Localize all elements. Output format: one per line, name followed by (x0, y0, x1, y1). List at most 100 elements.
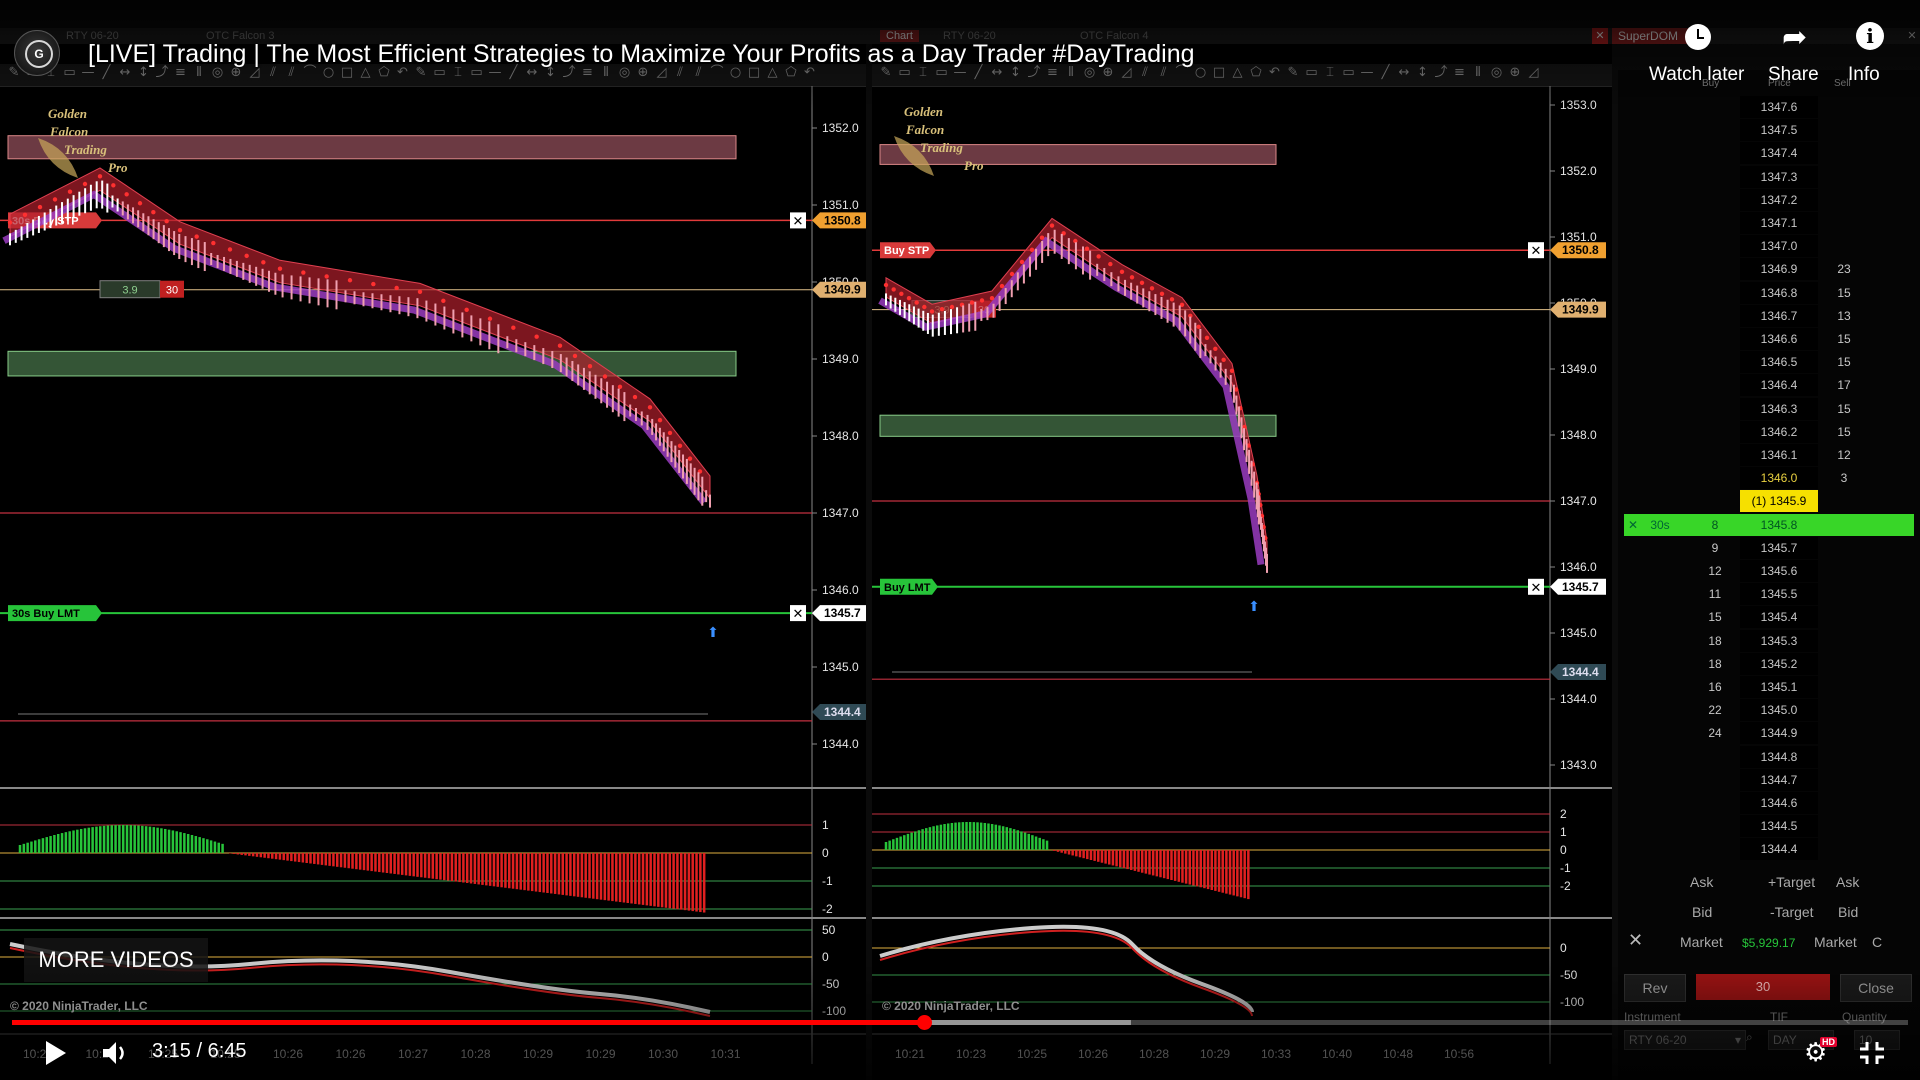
dom-price-cell[interactable]: 1347.5 (1740, 119, 1818, 142)
dom-price-cell[interactable]: 1346.9 (1740, 258, 1818, 281)
dom-price-row[interactable]: 1346.3 15 (1624, 397, 1914, 420)
toolbar-tool-icon[interactable]: ▭ (63, 65, 75, 80)
dom-ask-left[interactable]: Ask (1690, 874, 1713, 890)
search-icon[interactable]: ⌕ (1746, 1030, 1753, 1045)
info-button[interactable]: i Info (1840, 20, 1900, 90)
dom-price-cell[interactable]: 1347.2 (1740, 188, 1818, 211)
video-title[interactable]: [LIVE] Trading | The Most Efficient Stra… (88, 40, 1508, 69)
dom-price-cell[interactable]: 1344.4 (1740, 838, 1818, 861)
dom-price-row[interactable]: 1346.2 15 (1624, 420, 1914, 443)
dom-sell-cell[interactable]: 15 (1822, 282, 1866, 304)
dom-price-row[interactable]: 1347.5 (1624, 119, 1914, 142)
right-chart-canvas[interactable]: ✎ ▭ ⌶ ▭ — ╱ ↔ ↕ ⤴ ≡ ⫴ ◎ ⊕ ◿ ⫽ ⫽ ⌒ ○ □ △ ⬠ ↶ ✎ ▭ ⌶ ▭ — ╱ ↔ ↕ ⤴ ≡ ⫴ ◎ ⊕ ◿1353… (872, 44, 1612, 1080)
dom-sell-cell[interactable]: 15 (1822, 398, 1866, 420)
dom-price-row[interactable]: 1346.5 15 (1624, 351, 1914, 374)
dom-price-cell[interactable]: 1346.3 (1740, 397, 1818, 420)
dom-sell-cell[interactable]: 3 (1822, 467, 1866, 489)
dom-price-cell[interactable]: 1345.7 (1740, 536, 1818, 559)
dom-buy-cell[interactable]: 8 (1690, 514, 1740, 536)
dom-price-cell[interactable]: 1346.2 (1740, 420, 1818, 443)
dom-price-cell[interactable]: 1347.3 (1740, 165, 1818, 188)
settings-button[interactable]: ⚙ HD (1802, 1036, 1837, 1068)
dom-price-cell[interactable]: 1344.6 (1740, 792, 1818, 814)
more-videos-button[interactable]: MORE VIDEOS (24, 938, 208, 982)
dom-ladder[interactable]: 1347.6 1347.5 1347.4 1347.3 1347.2 1347.1 1347… (1624, 96, 1914, 861)
dom-buy-cell[interactable]: 24 (1690, 722, 1740, 744)
dom-target-plus-button[interactable]: +Target (1768, 874, 1815, 890)
dom-price-cell[interactable]: 1344.9 (1740, 722, 1818, 745)
right-chart-panel[interactable]: ✎ ▭ ⌶ ▭ — ╱ ↔ ↕ ⤴ ≡ ⫴ ◎ ⊕ ◿ ⫽ ⫽ ⌒ ○ □ △ ⬠ ↶ ✎ ▭ ⌶ ▭ — ╱ ↔ ↕ ⤴ ≡ ⫴ ◎ ⊕ ◿ 1353… (872, 44, 1612, 1080)
dom-price-row[interactable]: 1346.6 15 (1624, 328, 1914, 350)
dom-buy-cell[interactable]: 12 (1690, 560, 1740, 582)
watch-later-button[interactable]: Watch later (1645, 20, 1755, 90)
dom-price-cell[interactable]: 1345.2 (1740, 652, 1818, 675)
dom-price-row[interactable]: 24 1344.9 (1624, 722, 1914, 745)
dom-price-cell[interactable]: 1345.5 (1740, 583, 1818, 606)
dom-price-cell[interactable]: 1347.0 (1740, 235, 1818, 258)
dom-buy-cell[interactable]: 22 (1690, 699, 1740, 721)
progress-bar[interactable] (12, 1015, 1908, 1030)
dom-quantity-display[interactable]: 30 (1696, 974, 1830, 1000)
dom-price-cell[interactable]: 1344.7 (1740, 768, 1818, 791)
dom-close-button[interactable]: Close (1840, 974, 1912, 1002)
dom-sell-cell[interactable]: 23 (1822, 258, 1866, 280)
progress-scrubber[interactable] (916, 1015, 932, 1030)
toolbar-tool-icon[interactable]: ◿ (1529, 65, 1539, 80)
dom-sell-cell[interactable]: 15 (1822, 421, 1866, 443)
dom-buy-cell[interactable]: 18 (1690, 653, 1740, 675)
exit-fullscreen-button[interactable] (1858, 1040, 1886, 1066)
dom-price-cell[interactable]: 1345.8 (1740, 514, 1818, 536)
dom-price-cell[interactable]: 1347.1 (1740, 212, 1818, 234)
dom-price-cell[interactable]: 1345.6 (1740, 560, 1818, 582)
dom-price-cell[interactable]: 1344.8 (1740, 745, 1818, 768)
dom-price-row[interactable]: 12 1345.6 (1624, 560, 1914, 582)
dom-price-cell[interactable]: 1346.0 (1740, 467, 1818, 490)
dom-cancel-order-icon[interactable]: ✕ (1628, 514, 1638, 536)
dom-sell-cell[interactable]: 13 (1822, 305, 1866, 327)
dom-price-row[interactable]: 1344.5 (1624, 815, 1914, 838)
dom-price-cell[interactable]: 1346.6 (1740, 328, 1818, 350)
dom-price-row[interactable]: 22 1345.0 (1624, 699, 1914, 722)
dom-price-cell[interactable]: 1345.0 (1740, 699, 1818, 722)
dom-price-row[interactable]: 1346.8 15 (1624, 281, 1914, 304)
dom-price-cell[interactable]: (1) 1345.9 (1740, 490, 1818, 513)
dom-price-row[interactable]: 1344.8 (1624, 745, 1914, 768)
left-chart-canvas[interactable]: ✎▭⌶▭—╱↔↕⤴≡⫴◎⊕◿⫽⫽⌒○□△⬠↶✎▭⌶▭—╱↔↕⤴≡⫴◎⊕◿⫽⫽⌒○… (0, 44, 866, 1080)
dom-price-cell[interactable]: 1346.1 (1740, 444, 1818, 466)
dom-price-row[interactable]: 1344.7 (1624, 768, 1914, 791)
dom-price-cell[interactable]: 1344.5 (1740, 815, 1818, 838)
window-close-icon[interactable]: ✕ (1592, 28, 1608, 44)
dom-market-right-button[interactable]: Market (1814, 934, 1857, 950)
dom-order-cell[interactable]: 30s (1630, 514, 1690, 536)
dom-buy-cell[interactable]: 11 (1690, 583, 1740, 605)
toolbar-tool-icon[interactable]: ⊕ (1510, 65, 1521, 80)
dom-instrument-select[interactable]: RTY 06-20 ▾ (1624, 1030, 1746, 1050)
dom-price-cell[interactable]: 1346.7 (1740, 304, 1818, 327)
dom-price-row[interactable]: 30s 8 1345.8 ✕ (1624, 513, 1914, 536)
dom-price-row[interactable]: 1344.4 (1624, 838, 1914, 861)
dom-price-row[interactable]: 1346.9 23 (1624, 258, 1914, 281)
dom-target-minus-button[interactable]: -Target (1770, 904, 1814, 920)
dom-price-row[interactable]: 18 1345.2 (1624, 652, 1914, 675)
dom-price-cell[interactable]: 1345.1 (1740, 676, 1818, 698)
dom-price-row[interactable]: 1346.4 17 (1624, 374, 1914, 397)
dom-sell-cell[interactable]: 12 (1822, 444, 1866, 466)
dom-buy-cell[interactable]: 16 (1690, 676, 1740, 698)
volume-button[interactable] (102, 1040, 130, 1066)
dom-market-left-button[interactable]: Market (1680, 934, 1723, 950)
dom-price-row[interactable]: 1347.4 (1624, 142, 1914, 165)
dom-price-cell[interactable]: 1346.5 (1740, 351, 1818, 374)
play-button[interactable] (44, 1040, 68, 1066)
dom-price-row[interactable]: 18 1345.3 (1624, 629, 1914, 652)
dom-ask-right[interactable]: Ask (1836, 874, 1859, 890)
dom-bid-right[interactable]: Bid (1838, 904, 1858, 920)
dom-price-cell[interactable]: 1345.4 (1740, 606, 1818, 629)
dom-price-cell[interactable]: 1346.4 (1740, 374, 1818, 397)
superdom-close-icon[interactable]: ✕ (1904, 28, 1920, 44)
dom-price-row[interactable]: 1347.3 (1624, 165, 1914, 188)
dom-price-row[interactable]: 11 1345.5 (1624, 583, 1914, 606)
dom-price-row[interactable]: 1347.0 (1624, 235, 1914, 258)
dom-price-row[interactable]: (1) 1345.9 (1624, 490, 1914, 513)
left-chart-panel[interactable]: ✎▭⌶▭—╱↔↕⤴≡⫴◎⊕◿⫽⫽⌒○□△⬠↶✎▭⌶▭—╱↔↕⤴≡⫴◎⊕◿⫽⫽⌒○… (0, 44, 866, 1080)
dom-price-cell[interactable]: 1347.6 (1740, 96, 1818, 118)
